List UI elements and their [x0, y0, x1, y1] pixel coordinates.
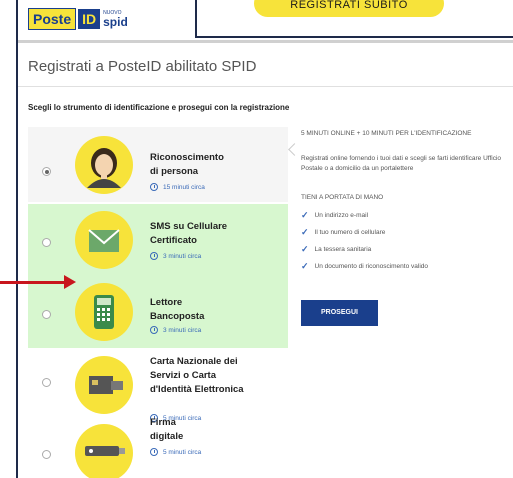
- option-title-line2: Servizi o Carta: [150, 370, 216, 381]
- selection-caret-icon: [288, 143, 301, 156]
- prosegui-button[interactable]: PROSEGUI: [301, 300, 378, 326]
- posteid-spid-logo[interactable]: Poste ID NUOVO spid: [28, 8, 128, 30]
- option-time: 5 minuti circa: [150, 448, 201, 456]
- logo-spid-box: NUOVO spid: [103, 10, 128, 29]
- logo-spid-text: spid: [103, 14, 128, 29]
- clock-icon: [150, 183, 158, 191]
- checkmark-icon: ✓: [301, 244, 309, 254]
- option-radio[interactable]: [42, 310, 51, 319]
- instruction-text: Scegli lo strumento di identificazione e…: [28, 103, 290, 112]
- register-callout: REGISTRATI SUBITO: [195, 0, 513, 38]
- details-description: Registrati online fornendo i tuoi dati e…: [301, 155, 502, 172]
- option-title: Lettore Bancoposta: [150, 296, 280, 324]
- checklist-item: ✓ La tessera sanitaria: [301, 244, 371, 255]
- option-title-line1: Carta Nazionale dei: [150, 356, 238, 367]
- option-title: Firma digitale: [150, 416, 280, 444]
- option-title-line2: digitale: [150, 431, 184, 442]
- option-time: 3 minuti circa: [150, 326, 201, 334]
- logo-id-text: ID: [78, 9, 101, 29]
- option-title: Riconoscimento di persona: [150, 151, 280, 179]
- option-title-line2: Certificato: [150, 235, 197, 246]
- option-time-text: 5 minuti circa: [163, 448, 202, 456]
- option-firma-digitale[interactable]: Firma digitale 5 minuti circa: [28, 417, 288, 478]
- option-radio[interactable]: [42, 238, 51, 247]
- logo-poste-text: Poste: [28, 8, 77, 30]
- checklist-item: ✓ Un documento di riconoscimento valido: [301, 261, 428, 272]
- option-title-line1: Firma: [150, 417, 176, 428]
- clock-icon: [150, 252, 158, 260]
- card-reader-icon: [75, 283, 133, 341]
- option-title-line1: Lettore: [150, 297, 183, 308]
- register-now-button[interactable]: REGISTRATI SUBITO: [254, 0, 444, 17]
- page-title: Registrati a PosteID abilitato SPID: [28, 58, 257, 75]
- usb-key-icon: [75, 424, 133, 478]
- id-card-icon: [75, 356, 133, 414]
- options-list: Riconoscimento di persona 15 minuti circ…: [28, 127, 288, 478]
- checklist-text: Un indirizzo e-mail: [314, 212, 369, 219]
- option-radio[interactable]: [42, 378, 51, 387]
- checklist-text: Un documento di riconoscimento valido: [314, 263, 428, 270]
- checklist-text: Il tuo numero di cellulare: [314, 229, 386, 236]
- option-title: SMS su Cellulare Certificato: [150, 220, 280, 248]
- checkmark-icon: ✓: [301, 261, 309, 271]
- option-title-line2: di persona: [150, 166, 199, 177]
- option-title: Carta Nazionale dei Servizi o Carta d'Id…: [150, 355, 280, 397]
- option-time: 15 minuti circa: [150, 183, 205, 191]
- checkmark-icon: ✓: [301, 227, 309, 237]
- option-time-text: 15 minuti circa: [163, 183, 205, 191]
- option-time: 3 minuti circa: [150, 252, 201, 260]
- option-sms[interactable]: SMS su Cellulare Certificato 3 minuti ci…: [28, 204, 288, 276]
- person-avatar-icon: [75, 136, 133, 194]
- option-title-line3: d'Identità Elettronica: [150, 384, 244, 395]
- red-arrow-icon: [64, 275, 76, 289]
- divider: [18, 86, 513, 87]
- checklist-item: ✓ Il tuo numero di cellulare: [301, 227, 385, 238]
- option-time-text: 3 minuti circa: [163, 252, 202, 260]
- option-riconoscimento[interactable]: Riconoscimento di persona 15 minuti circ…: [28, 127, 288, 202]
- option-radio[interactable]: [42, 450, 51, 459]
- option-time-text: 3 minuti circa: [163, 326, 202, 334]
- clock-icon: [150, 448, 158, 456]
- checkmark-icon: ✓: [301, 210, 309, 220]
- clock-icon: [150, 326, 158, 334]
- details-heading: 5 MINUTI ONLINE + 10 MINUTI PER L'IDENTI…: [301, 130, 472, 137]
- option-title-line1: Riconoscimento: [150, 152, 224, 163]
- checklist-item: ✓ Un indirizzo e-mail: [301, 210, 368, 221]
- option-title-line1: SMS su Cellulare: [150, 221, 228, 232]
- tieni-heading: TIENI A PORTATA DI MANO: [301, 194, 384, 201]
- option-radio[interactable]: [42, 167, 51, 176]
- red-arrow-shaft: [0, 281, 66, 284]
- option-title-line2: Bancoposta: [150, 311, 205, 322]
- checklist-text: La tessera sanitaria: [314, 246, 372, 253]
- envelope-icon: [75, 211, 133, 269]
- page: Poste ID NUOVO spid Registrati a PosteID…: [16, 0, 513, 478]
